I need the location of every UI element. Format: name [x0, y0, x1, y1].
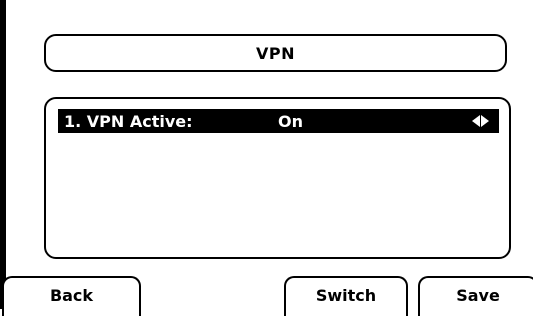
page-title: VPN — [256, 43, 295, 63]
back-button-label: Back — [49, 286, 94, 305]
list-item-label: 1. VPN Active: — [64, 111, 193, 131]
phone-screen: VPN 1. VPN Active: On Back Switch Save — [0, 0, 533, 316]
back-button[interactable]: Back — [2, 276, 141, 316]
settings-list: 1. VPN Active: On — [44, 97, 511, 259]
title-bar: VPN — [44, 34, 507, 72]
arrow-left-icon[interactable] — [472, 115, 480, 127]
screen-bezel — [0, 0, 6, 309]
save-button[interactable]: Save — [418, 276, 533, 316]
arrow-right-icon[interactable] — [481, 115, 489, 127]
switch-button-label: Switch — [315, 286, 377, 305]
list-item-vpn-active[interactable]: 1. VPN Active: On — [58, 109, 499, 133]
switch-button[interactable]: Switch — [284, 276, 408, 316]
list-item-value: On — [278, 111, 303, 131]
left-right-arrows-icon[interactable] — [472, 115, 489, 127]
save-button-label: Save — [456, 286, 500, 305]
